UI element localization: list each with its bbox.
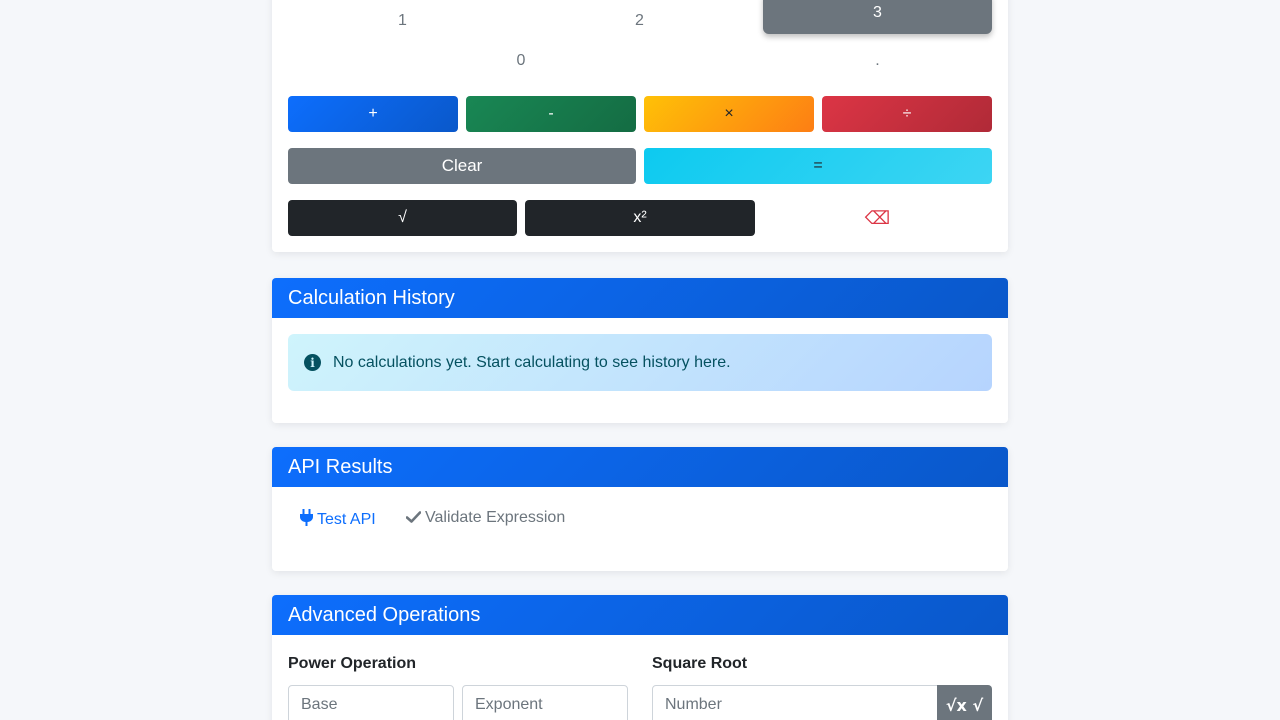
test-api-button[interactable]: Test API	[300, 509, 376, 530]
square-key-button[interactable]: x²	[525, 200, 755, 236]
backspace-icon: ⌫	[864, 207, 891, 228]
sqrt-key-button[interactable]: √	[288, 200, 517, 236]
calculation-history-card: Calculation History i No calculations ye…	[272, 278, 1008, 423]
calculator-keypad-card: 1 2 3 0 . + - × ÷ Clear = √ x² ⌫	[272, 0, 1008, 252]
key-1[interactable]: 1	[288, 3, 517, 39]
power-operation-label: Power Operation	[288, 655, 417, 672]
equals-button[interactable]: =	[644, 148, 992, 184]
history-header: Calculation History	[272, 278, 1008, 318]
add-button[interactable]: +	[288, 96, 458, 132]
square-root-button[interactable]: √x √	[937, 685, 992, 720]
key-decimal[interactable]: .	[763, 43, 992, 79]
plug-icon	[300, 509, 313, 530]
advanced-operations-card: Advanced Operations Power Operation Squa…	[272, 595, 1008, 720]
base-input[interactable]	[288, 685, 454, 720]
info-circle-icon: i	[304, 354, 321, 371]
history-empty-message: No calculations yet. Start calculating t…	[333, 353, 731, 371]
divide-button[interactable]: ÷	[822, 96, 992, 132]
history-empty-alert: i No calculations yet. Start calculating…	[288, 334, 992, 391]
backspace-button[interactable]: ⌫	[763, 200, 992, 236]
multiply-button[interactable]: ×	[644, 96, 814, 132]
test-api-label: Test API	[317, 510, 376, 528]
sqrt-number-input[interactable]	[652, 685, 938, 720]
subtract-button[interactable]: -	[466, 96, 636, 132]
exponent-input[interactable]	[462, 685, 628, 720]
check-icon	[405, 510, 422, 527]
clear-button[interactable]: Clear	[288, 148, 636, 184]
api-header: API Results	[272, 447, 1008, 487]
validate-expression-button[interactable]: Validate Expression	[405, 509, 566, 527]
validate-expression-label: Validate Expression	[425, 509, 566, 526]
square-root-label: Square Root	[652, 655, 748, 672]
key-0[interactable]: 0	[288, 43, 754, 79]
api-results-card: API Results Test API Validate Expression	[272, 447, 1008, 571]
advanced-header: Advanced Operations	[272, 595, 1008, 635]
key-2[interactable]: 2	[525, 3, 754, 39]
key-3[interactable]: 3	[763, 0, 992, 34]
